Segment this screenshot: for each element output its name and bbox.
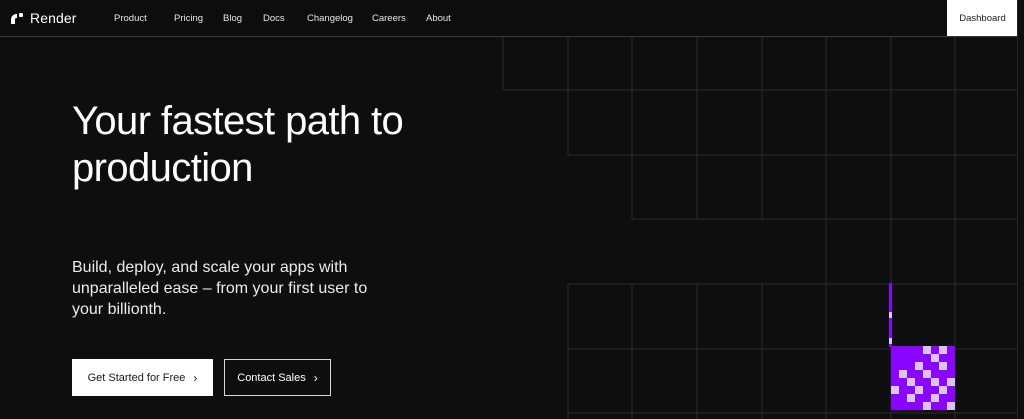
nav-item-docs[interactable]: Docs bbox=[263, 13, 307, 24]
nav-links: Product Pricing Blog Docs Changelog Care… bbox=[114, 0, 466, 36]
brand-name: Render bbox=[30, 10, 77, 26]
top-nav: Render Product Pricing Blog Docs Changel… bbox=[0, 0, 1018, 37]
accent-line bbox=[889, 283, 892, 347]
nav-item-careers[interactable]: Careers bbox=[372, 13, 426, 24]
page: Render Product Pricing Blog Docs Changel… bbox=[0, 0, 1024, 419]
nav-item-pricing[interactable]: Pricing bbox=[174, 13, 223, 24]
render-logo-icon bbox=[11, 13, 23, 24]
nav-item-product[interactable]: Product bbox=[114, 13, 174, 24]
scrollbar[interactable] bbox=[1017, 0, 1024, 419]
chevron-right-icon: › bbox=[313, 370, 318, 385]
brand-logo[interactable]: Render bbox=[10, 0, 77, 36]
grid-background-art bbox=[502, 37, 1018, 419]
hero-title: Your fastest path to production bbox=[72, 99, 404, 190]
pixel-block-art bbox=[891, 346, 955, 410]
get-started-label: Get Started for Free bbox=[87, 371, 186, 384]
get-started-button[interactable]: Get Started for Free › bbox=[72, 359, 213, 396]
hero-subtitle: Build, deploy, and scale your apps with … bbox=[72, 259, 368, 318]
contact-sales-button[interactable]: Contact Sales › bbox=[224, 359, 331, 396]
nav-item-blog[interactable]: Blog bbox=[223, 13, 263, 24]
nav-item-changelog[interactable]: Changelog bbox=[307, 13, 372, 24]
contact-sales-label: Contact Sales bbox=[237, 371, 306, 384]
nav-item-about[interactable]: About bbox=[426, 13, 466, 24]
dashboard-button[interactable]: Dashboard bbox=[947, 0, 1018, 36]
chevron-right-icon: › bbox=[193, 370, 198, 385]
